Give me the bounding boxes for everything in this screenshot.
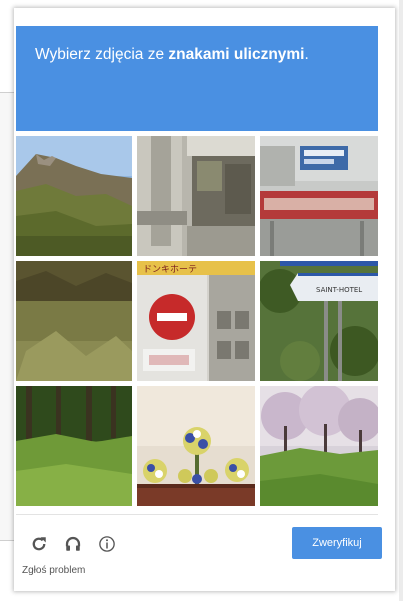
prompt-keyword: znakami ulicznymi (168, 46, 305, 63)
image-grid: ドンキホーテ SAINT-HOTEL (16, 136, 378, 506)
page-edge (399, 0, 403, 601)
image-tile-9[interactable] (260, 386, 378, 506)
image-tile-2[interactable] (137, 136, 255, 256)
prompt-text: Wybierz zdjęcia ze (35, 46, 169, 63)
info-icon[interactable] (96, 533, 118, 555)
image-tile-8[interactable] (137, 386, 255, 506)
verify-button[interactable]: Zweryfikuj (292, 527, 382, 559)
concrete-structure-image (137, 136, 255, 256)
reload-icon[interactable] (28, 533, 50, 555)
footer-divider (16, 514, 378, 515)
image-tile-7[interactable] (16, 386, 132, 506)
highway-sign-image (260, 136, 378, 256)
image-tile-1[interactable] (16, 136, 132, 256)
no-entry-sign-image: ドンキホーテ (137, 261, 255, 381)
footer-icon-group (28, 531, 118, 557)
headphones-icon[interactable] (62, 533, 84, 555)
shop-banner-text: ドンキホーテ (143, 264, 197, 275)
forest-meadow-image (16, 386, 132, 506)
captcha-header: Wybierz zdjęcia ze znakami ulicznymi. (16, 26, 378, 131)
direction-sign-text: SAINT-HOTEL (316, 286, 362, 294)
background-panel (0, 92, 15, 541)
image-tile-3[interactable] (260, 136, 378, 256)
prompt-suffix: . (304, 46, 309, 63)
direction-sign-image: SAINT-HOTEL (260, 261, 378, 381)
image-tile-4[interactable] (16, 261, 132, 381)
grassy-field-image (16, 261, 132, 381)
report-problem-link[interactable]: Zgłoś problem (22, 565, 85, 576)
mountain-image (16, 136, 132, 256)
image-tile-5[interactable]: ドンキホーテ (137, 261, 255, 381)
image-tile-6[interactable]: SAINT-HOTEL (260, 261, 378, 381)
flower-arrangement-image (137, 386, 255, 506)
blossoming-trees-image (260, 386, 378, 506)
